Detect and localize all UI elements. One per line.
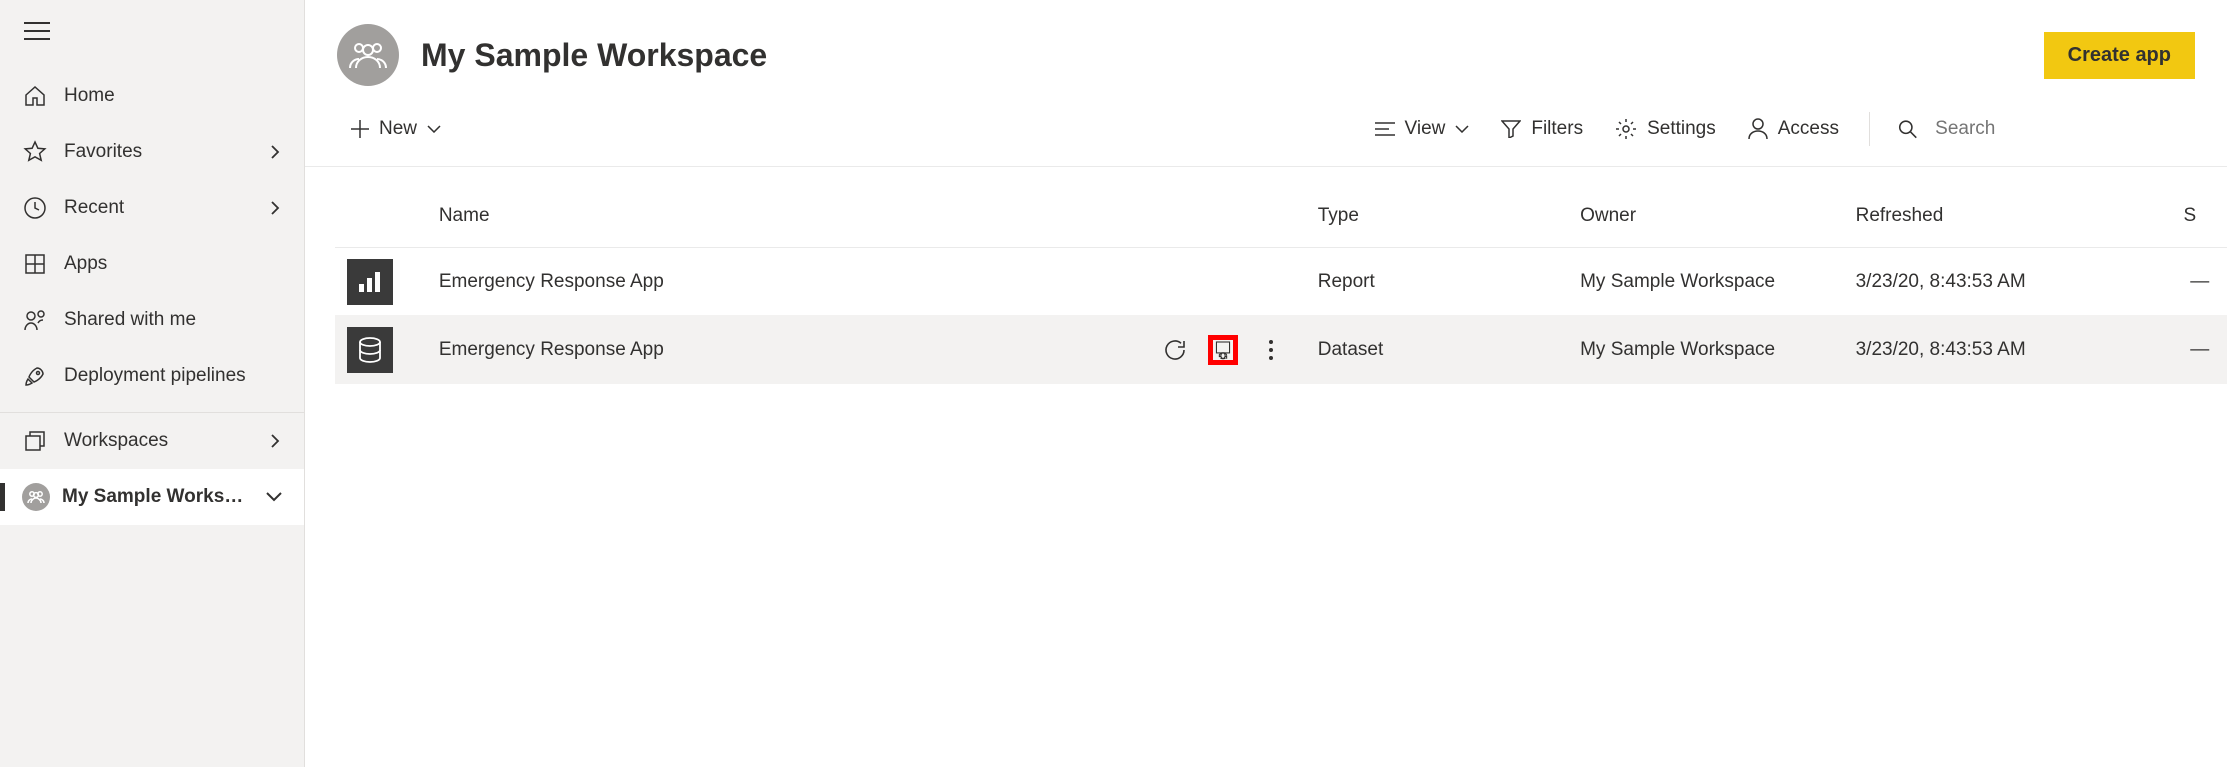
item-owner: My Sample Workspace: [1568, 248, 1843, 316]
table-row[interactable]: Emergency Response App: [335, 316, 2227, 384]
apps-icon: [22, 251, 48, 277]
sidebar-item-pipelines[interactable]: Deployment pipelines: [0, 348, 304, 404]
sidebar-item-home[interactable]: Home: [0, 68, 304, 124]
sidebar: Home Favorites Recent: [0, 0, 305, 767]
refresh-now-button[interactable]: [1160, 335, 1190, 365]
col-header-name[interactable]: Name: [427, 187, 1070, 248]
item-dash: —: [2172, 316, 2227, 384]
toolbar: New View Filters Settings Access: [305, 96, 2227, 167]
refresh-icon: [1164, 339, 1186, 361]
chevron-right-icon: [268, 434, 282, 448]
item-refreshed: 3/23/20, 8:43:53 AM: [1844, 316, 2172, 384]
items-table: Name Type Owner Refreshed S: [335, 187, 2227, 384]
item-name: Emergency Response App: [427, 248, 1070, 316]
person-icon: [1748, 118, 1768, 140]
rocket-icon: [22, 363, 48, 389]
sidebar-item-workspaces[interactable]: Workspaces: [0, 413, 304, 469]
filters-button[interactable]: Filters: [1487, 110, 1597, 148]
schedule-refresh-icon: [1215, 338, 1231, 362]
sidebar-item-label: Deployment pipelines: [64, 365, 282, 387]
table-row[interactable]: Emergency Response App Report My Sample …: [335, 248, 2227, 316]
home-icon: [22, 83, 48, 109]
sidebar-item-label: Apps: [64, 253, 282, 275]
filter-icon: [1501, 120, 1521, 138]
col-header-refreshed[interactable]: Refreshed: [1844, 187, 2172, 248]
item-name: Emergency Response App: [427, 316, 1070, 384]
workspaces-icon: [22, 428, 48, 454]
sidebar-item-label: My Sample Works…: [62, 486, 266, 508]
chevron-right-icon: [268, 201, 282, 215]
sidebar-item-label: Favorites: [64, 141, 268, 163]
toolbar-label: Access: [1778, 118, 1839, 140]
toolbar-divider: [1869, 112, 1870, 146]
star-icon: [22, 139, 48, 165]
sidebar-item-label: Workspaces: [64, 430, 268, 452]
search-icon: [1898, 118, 1917, 140]
schedule-refresh-button[interactable]: [1208, 335, 1238, 365]
share-icon: [22, 307, 48, 333]
toolbar-label: New: [379, 118, 417, 140]
search-box[interactable]: [1886, 112, 2195, 146]
new-button[interactable]: New: [337, 110, 455, 148]
sidebar-nav: Home Favorites Recent: [0, 62, 304, 525]
report-icon: [347, 259, 393, 305]
gear-icon: [1615, 118, 1637, 140]
col-header-truncated[interactable]: S: [2172, 187, 2227, 248]
page-title: My Sample Workspace: [421, 37, 767, 74]
sidebar-item-label: Home: [64, 85, 282, 107]
more-options-button[interactable]: [1256, 335, 1286, 365]
item-type: Report: [1306, 248, 1568, 316]
main-panel: My Sample Workspace Create app New View …: [305, 0, 2227, 767]
workspace-icon: [337, 24, 399, 86]
sidebar-item-label: Shared with me: [64, 309, 282, 331]
chevron-down-icon: [266, 492, 282, 502]
plus-icon: [351, 120, 369, 138]
sidebar-item-current-workspace[interactable]: My Sample Works…: [0, 469, 304, 525]
content-list: Name Type Owner Refreshed S: [305, 167, 2227, 384]
chevron-right-icon: [268, 145, 282, 159]
col-header-type[interactable]: Type: [1306, 187, 1568, 248]
settings-button[interactable]: Settings: [1601, 110, 1730, 148]
workspace-avatar-icon: [22, 483, 50, 511]
nav-toggle-button[interactable]: [0, 0, 304, 62]
sidebar-item-apps[interactable]: Apps: [0, 236, 304, 292]
item-refreshed: 3/23/20, 8:43:53 AM: [1844, 248, 2172, 316]
search-input[interactable]: [1935, 118, 2183, 140]
item-dash: —: [2172, 248, 2227, 316]
view-icon: [1375, 121, 1395, 137]
workspace-header: My Sample Workspace Create app: [305, 0, 2227, 96]
sidebar-item-recent[interactable]: Recent: [0, 180, 304, 236]
toolbar-label: View: [1405, 118, 1446, 140]
sidebar-item-label: Recent: [64, 197, 268, 219]
access-button[interactable]: Access: [1734, 110, 1853, 148]
col-header-owner[interactable]: Owner: [1568, 187, 1843, 248]
view-button[interactable]: View: [1361, 110, 1484, 148]
more-vertical-icon: [1268, 339, 1274, 361]
toolbar-label: Settings: [1647, 118, 1716, 140]
toolbar-label: Filters: [1531, 118, 1583, 140]
chevron-down-icon: [427, 125, 441, 133]
chevron-down-icon: [1455, 125, 1469, 133]
clock-icon: [22, 195, 48, 221]
hamburger-icon: [24, 22, 50, 40]
sidebar-item-favorites[interactable]: Favorites: [0, 124, 304, 180]
create-app-button[interactable]: Create app: [2044, 32, 2195, 79]
item-type: Dataset: [1306, 316, 1568, 384]
sidebar-item-shared[interactable]: Shared with me: [0, 292, 304, 348]
dataset-icon: [347, 327, 393, 373]
item-owner: My Sample Workspace: [1568, 316, 1843, 384]
